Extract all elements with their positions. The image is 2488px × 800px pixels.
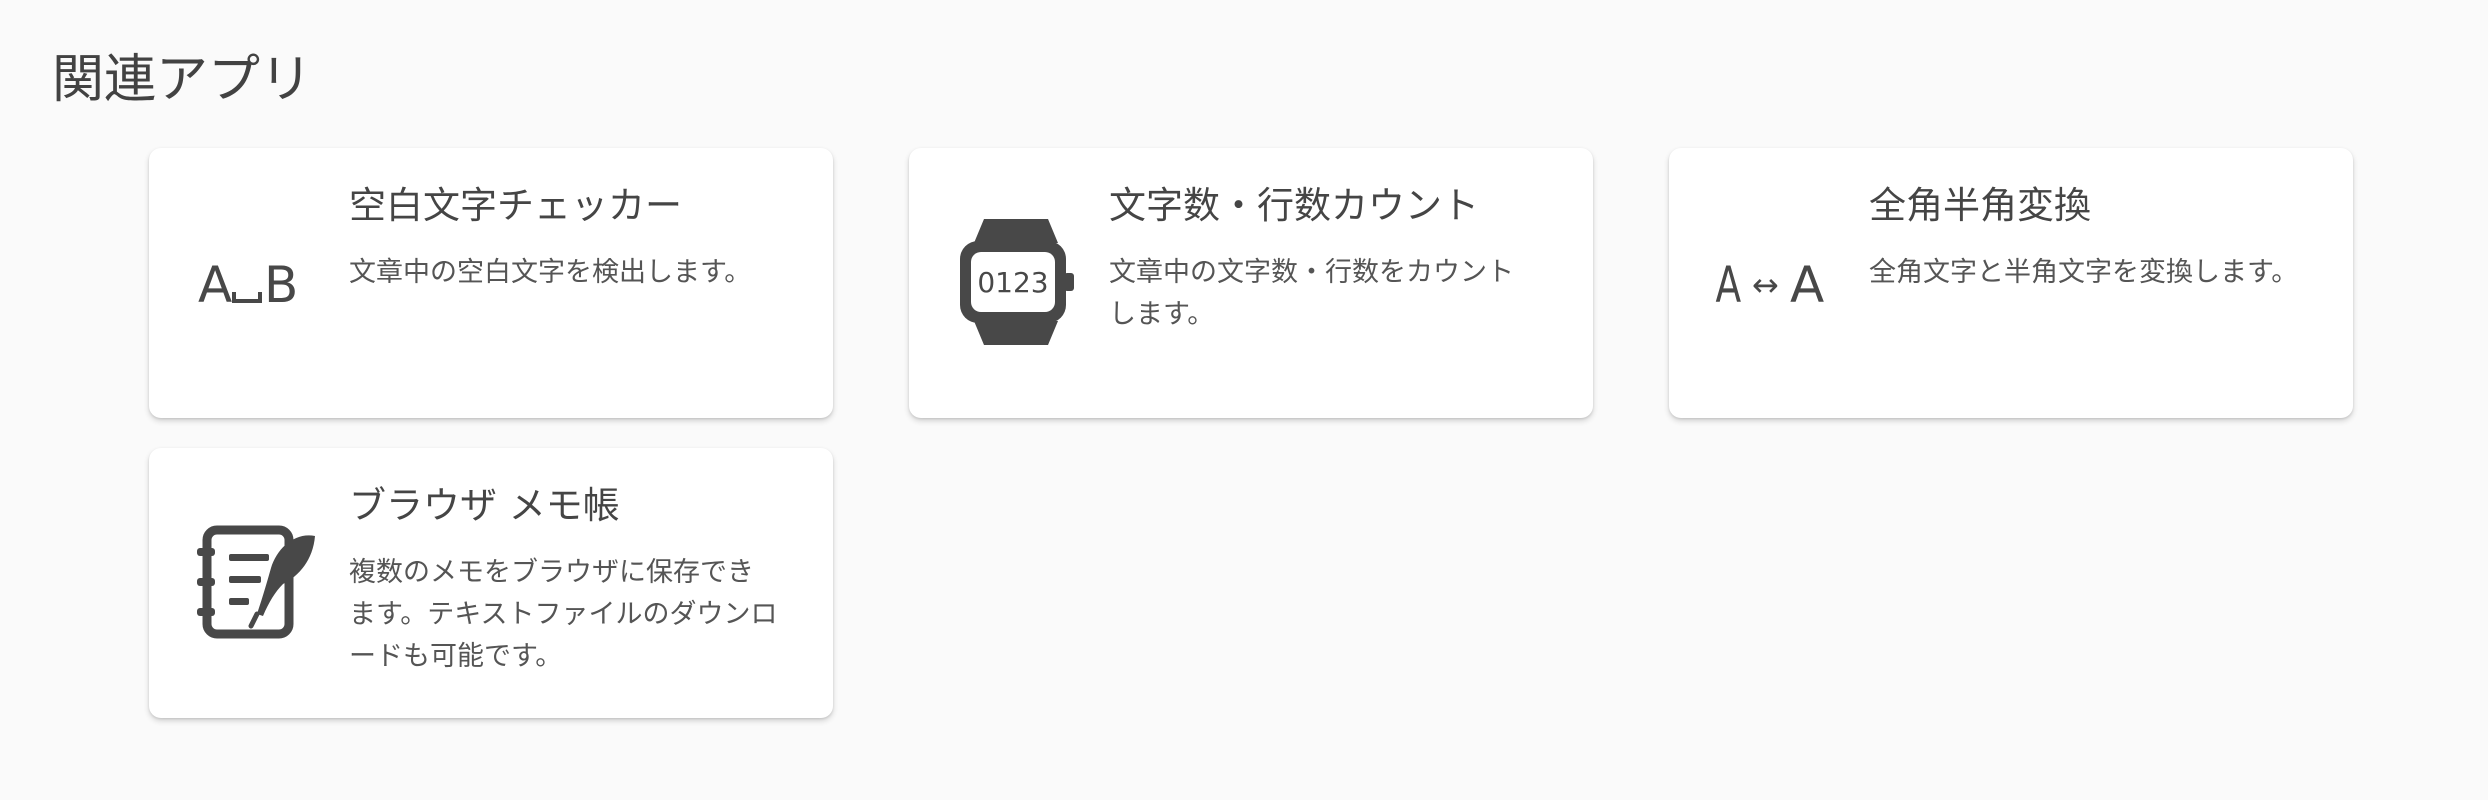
svg-text:B: B <box>264 256 298 312</box>
app-card-description: 複数のメモをブラウザに保存できます。テキストファイルのダウンロードも可能です。 <box>349 557 778 672</box>
related-apps-title: 関連アプリ <box>52 50 313 110</box>
app-card-description: 全角文字と半角文字を変換します。 <box>1869 257 2299 288</box>
width-convert-icon: A ↔ A <box>1711 212 1841 352</box>
counter-watch-icon: 0123 <box>951 212 1081 352</box>
app-card-width-converter[interactable]: A ↔ A 全角半角変換 全角文字と半角文字を変換します。 <box>1669 148 2353 418</box>
app-card-title: 全角半角変換 <box>1869 184 2091 227</box>
svg-text:A: A <box>1716 257 1742 312</box>
space-character-icon: A B <box>191 212 321 352</box>
svg-text:A: A <box>198 256 232 312</box>
app-card-description: 文章中の文字数・行数をカウントします。 <box>1109 257 1514 330</box>
svg-text:↔: ↔ <box>1752 266 1779 304</box>
app-card-description: 文章中の空白文字を検出します。 <box>349 257 752 288</box>
notebook-quill-icon <box>191 512 321 652</box>
app-card-title: 空白文字チェッカー <box>349 184 682 227</box>
app-card-space-checker[interactable]: A B 空白文字チェッカー 文章中の空白文字を検出します。 <box>149 148 833 418</box>
app-card-browser-memo[interactable]: ブラウザ メモ帳 複数のメモをブラウザに保存できます。テキストファイルのダウンロ… <box>149 448 833 718</box>
app-card-char-count[interactable]: 0123 文字数・行数カウント 文章中の文字数・行数をカウントします。 <box>909 148 1593 418</box>
svg-text:A: A <box>1790 256 1824 312</box>
app-card-title: ブラウザ メモ帳 <box>349 484 620 527</box>
svg-text:0123: 0123 <box>977 266 1048 299</box>
app-card-title: 文字数・行数カウント <box>1109 184 1479 227</box>
